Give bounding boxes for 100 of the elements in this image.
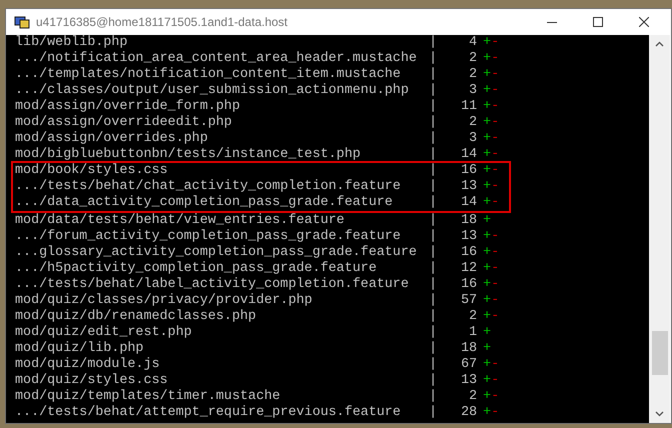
plus-marker: +	[483, 245, 492, 261]
file-path: mod/book/styles.css	[15, 163, 169, 179]
maximize-icon	[593, 17, 603, 27]
file-path: .../data_activity_completion_pass_grade.feature	[15, 195, 394, 211]
file-path: mod/bigbluebuttonbn/tests/instance_test.php	[15, 147, 362, 163]
minus-marker: -	[491, 35, 500, 51]
change-count: 28	[460, 405, 478, 421]
file-path: .../h5pactivity_completion_pass_grade.feature	[15, 261, 378, 277]
plus-marker: +	[483, 163, 492, 179]
file-path: mod/assign/overrideedit.php	[15, 115, 233, 131]
plus-marker: +	[483, 389, 492, 405]
minus-marker: -	[491, 147, 500, 163]
change-count: 16	[460, 277, 478, 293]
change-count: 13	[460, 179, 478, 195]
pipe-character: |	[429, 373, 438, 389]
pipe-character: |	[429, 147, 438, 163]
file-path: mod/data/tests/behat/view_entries.feature	[15, 213, 346, 229]
change-count: 67	[460, 357, 478, 373]
minus-marker: -	[491, 179, 500, 195]
close-icon	[639, 17, 649, 27]
pipe-character: |	[429, 229, 438, 245]
plus-marker: +	[483, 261, 492, 277]
pipe-character: |	[429, 51, 438, 67]
pipe-character: |	[429, 293, 438, 309]
minus-marker: -	[491, 389, 500, 405]
plus-marker: +	[483, 99, 492, 115]
minus-marker: -	[491, 261, 500, 277]
pipe-character: |	[429, 195, 438, 211]
file-path: mod/assign/override_form.php	[15, 99, 241, 115]
minus-marker: -	[491, 229, 500, 245]
terminal-app-icon	[14, 14, 30, 30]
scrollbar-thumb[interactable]	[652, 331, 668, 375]
minus-marker: -	[491, 357, 500, 373]
change-count: 2	[468, 115, 478, 131]
file-path: mod/quiz/edit_rest.php	[15, 325, 193, 341]
pipe-character: |	[429, 67, 438, 83]
pipe-character: |	[429, 163, 438, 179]
plus-marker: +	[483, 309, 492, 325]
pipe-character: |	[429, 341, 438, 357]
pipe-character: |	[429, 83, 438, 99]
scroll-up-icon[interactable]	[655, 41, 664, 47]
file-path: .../templates/notification_content_item.mustache	[15, 67, 402, 83]
file-path: .../tests/behat/chat_activity_completion.feature	[15, 179, 402, 195]
file-path: mod/assign/overrides.php	[15, 131, 209, 147]
file-path: mod/quiz/classes/privacy/provider.php	[15, 293, 314, 309]
minus-marker: -	[491, 51, 500, 67]
minus-marker: -	[491, 67, 500, 83]
minus-marker: -	[491, 373, 500, 389]
pipe-character: |	[429, 325, 438, 341]
change-count: 2	[468, 67, 478, 83]
plus-marker: +	[483, 179, 492, 195]
change-count: 16	[460, 163, 478, 179]
file-path: .../tests/behat/label_activity_completion.feature	[15, 277, 410, 293]
change-count: 2	[468, 389, 478, 405]
change-count: 14	[460, 195, 478, 211]
change-count: 2	[468, 51, 478, 67]
pipe-character: |	[429, 245, 438, 261]
file-path: mod/quiz/templates/timer.mustache	[15, 389, 282, 405]
change-count: 2	[468, 309, 478, 325]
pipe-character: |	[429, 115, 438, 131]
minus-marker: -	[491, 405, 500, 421]
change-count: 11	[460, 99, 478, 115]
scroll-down-icon[interactable]	[655, 411, 664, 417]
file-path: mod/quiz/module.js	[15, 357, 161, 373]
change-count: 3	[468, 83, 478, 99]
change-count: 13	[460, 373, 478, 389]
plus-marker: +	[483, 35, 492, 51]
minus-marker: -	[491, 277, 500, 293]
change-count: 14	[460, 147, 478, 163]
plus-marker: +	[483, 293, 492, 309]
change-count: 18	[460, 341, 478, 357]
minus-marker: -	[491, 163, 500, 179]
plus-marker: +	[483, 67, 492, 83]
file-path: ...glossary_activity_completion_pass_grade.feature	[15, 245, 418, 261]
minus-marker: -	[491, 293, 500, 309]
file-path: .../notification_area_content_area_header.mustache	[15, 51, 418, 67]
plus-marker: +	[483, 373, 492, 389]
change-count: 12	[460, 261, 478, 277]
plus-marker: +	[483, 229, 492, 245]
pipe-character: |	[429, 357, 438, 373]
plus-marker: +	[483, 325, 492, 341]
pipe-character: |	[429, 179, 438, 195]
file-path: .../forum_activity_completion_pass_grade.feature	[15, 229, 402, 245]
plus-marker: +	[483, 213, 492, 229]
plus-marker: +	[483, 341, 492, 357]
minus-marker: -	[491, 309, 500, 325]
plus-marker: +	[483, 147, 492, 163]
pipe-character: |	[429, 35, 438, 51]
pipe-character: |	[429, 99, 438, 115]
plus-marker: +	[483, 51, 492, 67]
plus-marker: +	[483, 195, 492, 211]
plus-marker: +	[483, 83, 492, 99]
minus-marker: -	[491, 115, 500, 131]
change-count: 3	[468, 131, 478, 147]
plus-marker: +	[483, 131, 492, 147]
pipe-character: |	[429, 405, 438, 421]
scrollbar[interactable]	[649, 35, 670, 423]
file-path: mod/quiz/lib.php	[15, 341, 145, 357]
file-path: .../tests/behat/attempt_require_previous.feature	[15, 405, 402, 421]
pipe-character: |	[429, 309, 438, 325]
